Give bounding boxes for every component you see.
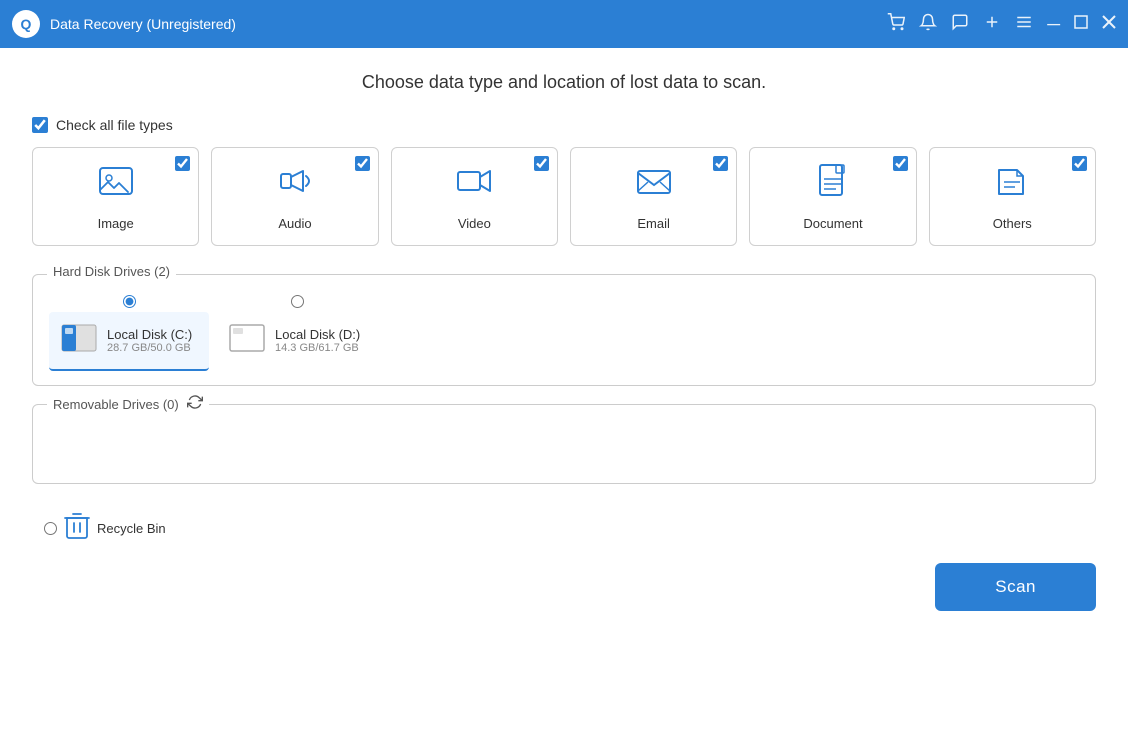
audio-icon [276, 162, 314, 208]
drive-c-radio[interactable] [123, 295, 136, 308]
minimize-button[interactable]: ─ [1047, 15, 1060, 33]
image-icon [97, 162, 135, 208]
recycle-bin-icon [63, 510, 91, 547]
file-type-card-video[interactable]: Video [391, 147, 558, 246]
drive-d-size: 14.3 GB/61.7 GB [275, 342, 360, 354]
removable-drives-section: Removable Drives (0) [32, 404, 1096, 484]
drive-c-name: Local Disk (C:) [107, 327, 192, 342]
recycle-bin-section: Recycle Bin [32, 502, 1096, 547]
drive-d-card[interactable]: Local Disk (D:) 14.3 GB/61.7 GB [217, 312, 377, 369]
drive-c-card[interactable]: Local Disk (C:) 28.7 GB/50.0 GB [49, 312, 209, 371]
drive-d-name: Local Disk (D:) [275, 327, 360, 342]
email-label: Email [637, 216, 670, 231]
email-checkbox[interactable] [713, 156, 728, 171]
recycle-bin-label: Recycle Bin [97, 521, 166, 536]
refresh-icon[interactable] [187, 394, 203, 415]
drive-c-size: 28.7 GB/50.0 GB [107, 342, 192, 354]
file-types-grid: Image Audio Video [32, 147, 1096, 246]
app-icon: Q [12, 10, 40, 38]
video-checkbox[interactable] [534, 156, 549, 171]
restore-button[interactable] [1074, 15, 1088, 34]
check-all-label[interactable]: Check all file types [56, 117, 173, 133]
app-title: Data Recovery (Unregistered) [50, 16, 887, 32]
file-type-card-others[interactable]: Others [929, 147, 1096, 246]
close-button[interactable] [1102, 15, 1116, 34]
recycle-bin-radio[interactable] [44, 522, 57, 535]
scan-btn-row: Scan [32, 547, 1096, 619]
drive-d-radio[interactable] [291, 295, 304, 308]
file-type-card-email[interactable]: Email [570, 147, 737, 246]
page-title: Choose data type and location of lost da… [32, 72, 1096, 93]
audio-label: Audio [278, 216, 311, 231]
drives-row: Local Disk (C:) 28.7 GB/50.0 GB [49, 289, 1079, 371]
image-label: Image [98, 216, 134, 231]
scan-button[interactable]: Scan [935, 563, 1096, 611]
image-checkbox[interactable] [175, 156, 190, 171]
main-content: Choose data type and location of lost da… [0, 48, 1128, 748]
document-label: Document [803, 216, 862, 231]
file-type-card-image[interactable]: Image [32, 147, 199, 246]
others-icon [993, 162, 1031, 208]
add-icon[interactable] [983, 13, 1001, 36]
cart-icon[interactable] [887, 13, 905, 36]
drive-c-icon [61, 320, 97, 361]
drive-c-item[interactable]: Local Disk (C:) 28.7 GB/50.0 GB [49, 295, 209, 371]
others-label: Others [993, 216, 1032, 231]
video-label: Video [458, 216, 491, 231]
document-checkbox[interactable] [893, 156, 908, 171]
bell-icon[interactable] [919, 13, 937, 36]
drive-d-item[interactable]: Local Disk (D:) 14.3 GB/61.7 GB [217, 295, 377, 371]
drive-d-icon [229, 320, 265, 361]
drive-c-info: Local Disk (C:) 28.7 GB/50.0 GB [107, 327, 192, 354]
check-all-row: Check all file types [32, 117, 1096, 133]
drive-d-info: Local Disk (D:) 14.3 GB/61.7 GB [275, 327, 360, 354]
removable-drives-label: Removable Drives (0) [47, 394, 209, 415]
others-checkbox[interactable] [1072, 156, 1087, 171]
drive-d-radio-row [291, 295, 304, 308]
window-controls: ─ [887, 13, 1116, 36]
video-icon [455, 162, 493, 208]
hard-disk-drives-section: Hard Disk Drives (2) [32, 274, 1096, 386]
chat-icon[interactable] [951, 13, 969, 36]
file-type-card-document[interactable]: Document [749, 147, 916, 246]
email-icon [635, 162, 673, 208]
file-type-card-audio[interactable]: Audio [211, 147, 378, 246]
drive-c-radio-row [123, 295, 136, 308]
hard-disk-drives-label: Hard Disk Drives (2) [47, 264, 176, 279]
document-icon [814, 162, 852, 208]
menu-icon[interactable] [1015, 13, 1033, 36]
title-bar: Q Data Recovery (Unregistered) ─ [0, 0, 1128, 48]
audio-checkbox[interactable] [355, 156, 370, 171]
check-all-checkbox[interactable] [32, 117, 48, 133]
